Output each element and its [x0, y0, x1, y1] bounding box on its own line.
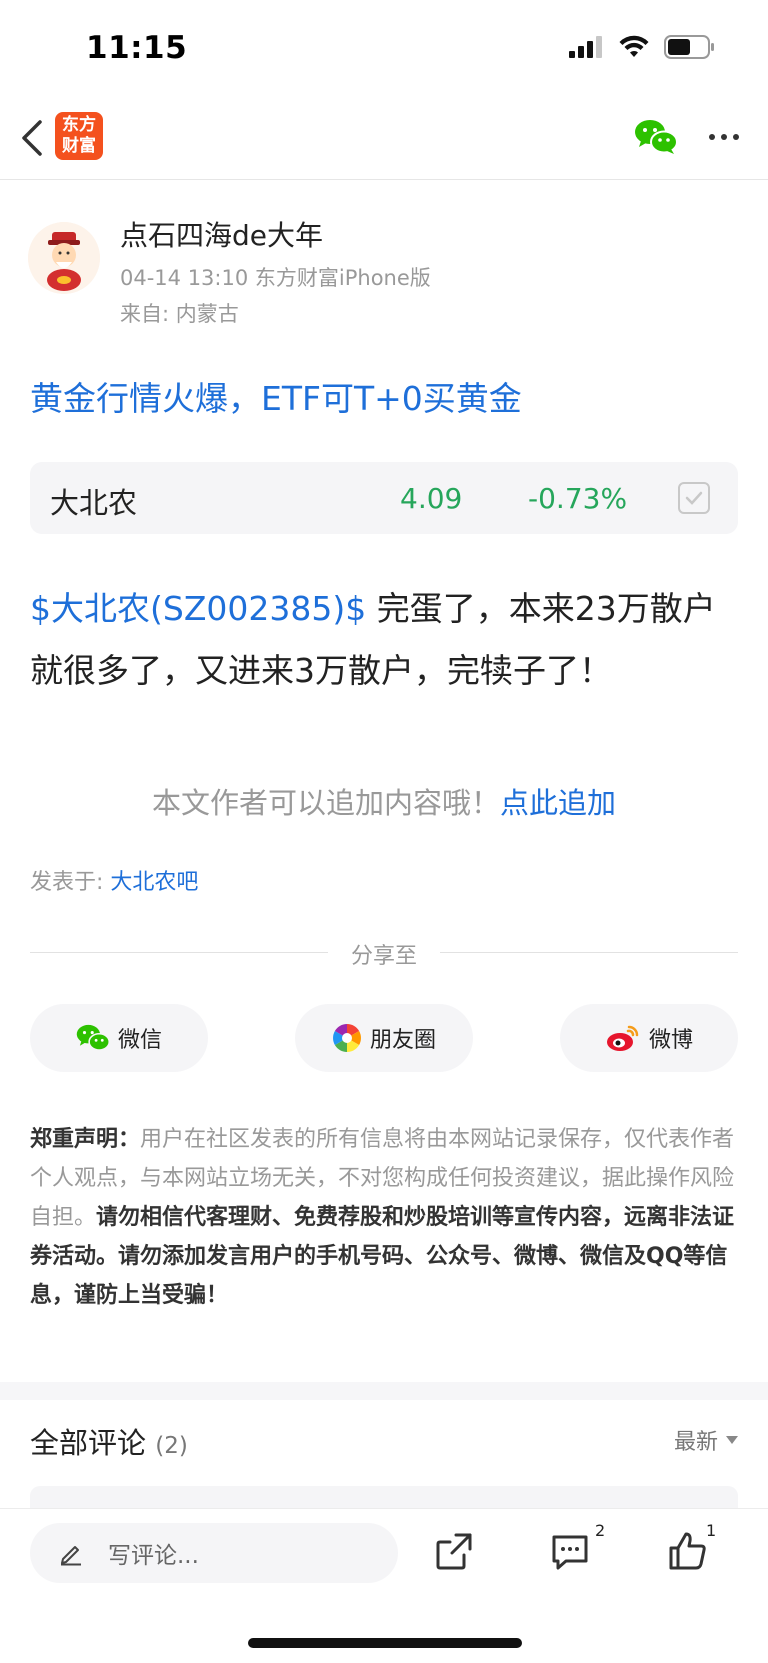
share-wechat-label: 微信 — [117, 1028, 162, 1053]
comment-icon[interactable] — [548, 1529, 592, 1573]
more-icon[interactable] — [704, 122, 744, 152]
back-icon[interactable] — [18, 116, 48, 160]
check-icon — [685, 491, 703, 505]
append-note-text: 本文作者可以追加内容哦！ — [151, 786, 500, 820]
comments-header: 全部评论 (2) 最新 — [30, 1420, 738, 1460]
forum-link[interactable]: 大北农吧 — [110, 870, 198, 895]
stock-card[interactable]: 大北农 4.09 -0.73% — [30, 462, 738, 534]
status-bar: 11:15 — [0, 0, 768, 100]
home-indicator — [248, 1638, 522, 1648]
author-name[interactable]: 点石四海de大年 — [120, 214, 323, 254]
share-moments-button[interactable]: 朋友圈 — [295, 1004, 473, 1072]
share-divider: 分享至 — [30, 934, 738, 970]
stock-name: 大北农 — [50, 486, 138, 520]
wechat-share-icon[interactable] — [634, 118, 678, 156]
post-location: 来自: 内蒙古 — [120, 302, 239, 326]
nav-bar: 东方 财富 — [0, 100, 768, 180]
comment-input[interactable]: 写评论... — [30, 1523, 398, 1583]
watchlist-checkbox[interactable] — [678, 482, 710, 514]
avatar[interactable] — [28, 222, 100, 294]
pencil-icon — [61, 1546, 81, 1566]
wifi-icon — [619, 35, 649, 57]
share-weibo-label: 微博 — [648, 1028, 693, 1053]
disclaimer: 郑重声明：用户在社区发表的所有信息将由本网站记录保存，仅代表作者个人观点，与本网… — [30, 1120, 740, 1315]
comments-title-label: 全部评论 — [30, 1426, 147, 1460]
share-wechat-button[interactable]: 微信 — [30, 1004, 208, 1072]
comment-input-placeholder: 写评论... — [108, 1543, 199, 1569]
divider-line-right — [440, 952, 738, 953]
comments-sort-dropdown[interactable]: 最新 — [674, 1424, 738, 1456]
share-weibo-button[interactable]: 微博 — [560, 1004, 738, 1072]
author-info: 点石四海de大年 04-14 13:10 东方财富iPhone版 来自: 内蒙古 — [28, 210, 740, 330]
like-icon[interactable] — [666, 1529, 710, 1573]
post-meta: 04-14 13:10 东方财富iPhone版 — [120, 266, 431, 290]
section-divider — [0, 1382, 768, 1400]
moments-icon — [333, 1024, 361, 1052]
append-link[interactable]: 点此追加 — [500, 786, 616, 820]
disclaimer-heading: 郑重声明： — [30, 1127, 141, 1152]
comments-sort-label: 最新 — [673, 1430, 718, 1455]
comment-count-badge: 2 — [595, 1521, 606, 1540]
append-note: 本文作者可以追加内容哦！点此追加 — [0, 780, 768, 822]
share-label: 分享至 — [350, 944, 417, 969]
stock-price: 4.09 — [400, 482, 463, 515]
signal-icon — [569, 36, 602, 58]
comment-item-partial — [30, 1486, 738, 1510]
app-logo-line1: 东方 — [62, 115, 96, 135]
post-body: $大北农(SZ002385)$ 完蛋了，本来23万散户就很多了，又进来3万散户，… — [30, 578, 736, 702]
post-title: 黄金行情火爆，ETF可T+0买黄金 — [30, 379, 522, 418]
comments-count: (2) — [155, 1433, 188, 1459]
posted-in-label: 发表于: — [30, 870, 111, 895]
caret-down-icon — [726, 1436, 738, 1444]
stock-mention-link[interactable]: $大北农(SZ002385)$ — [30, 589, 366, 628]
comments-title: 全部评论 (2) — [30, 1420, 188, 1462]
app-logo[interactable]: 东方 财富 — [55, 112, 103, 160]
disclaimer-warning: 请勿相信代客理财、免费荐股和炒股培训等宣传内容，远离非法证券活动。请勿添加发言用… — [30, 1205, 735, 1308]
weibo-icon — [606, 1025, 639, 1051]
avatar-image — [28, 222, 100, 294]
posted-in: 发表于: 大北农吧 — [30, 864, 198, 896]
share-moments-label: 朋友圈 — [369, 1028, 436, 1053]
app-logo-line2: 财富 — [62, 136, 96, 156]
stock-change: -0.73% — [528, 482, 628, 515]
status-time: 11:15 — [86, 30, 188, 66]
share-icon[interactable] — [432, 1529, 476, 1573]
status-icons — [568, 34, 716, 60]
wechat-icon — [76, 1024, 110, 1051]
like-count-badge: 1 — [706, 1521, 717, 1540]
battery-icon — [664, 35, 714, 59]
